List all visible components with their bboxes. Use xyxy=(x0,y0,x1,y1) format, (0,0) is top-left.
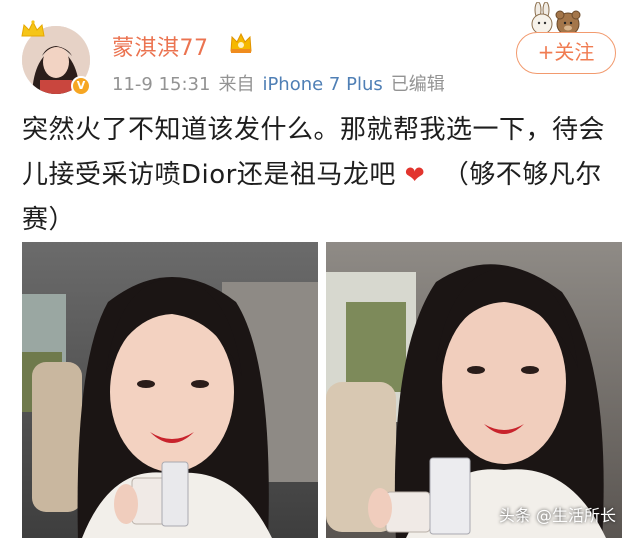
post-meta: 11-9 15:31 来自 iPhone 7 Plus 已编辑 xyxy=(112,70,453,96)
vip-crown-badge-icon[interactable] xyxy=(228,31,254,55)
post-photo-2[interactable] xyxy=(326,242,622,538)
source-prefix: 来自 xyxy=(218,74,255,95)
post-text: 突然火了不知道该发什么。那就帮我选一下，待会儿接受采访喷Dior还是祖马龙吧 ❤… xyxy=(22,108,622,243)
verified-v-icon: V xyxy=(71,76,91,96)
crown-icon xyxy=(21,20,45,37)
device-link[interactable]: iPhone 7 Plus xyxy=(262,74,382,95)
avatar-area[interactable]: V xyxy=(21,20,94,96)
follow-button[interactable]: +关注 xyxy=(516,32,616,74)
post-photo-1[interactable] xyxy=(22,242,318,538)
edited-label[interactable]: 已编辑 xyxy=(391,74,445,95)
post-date[interactable]: 11-9 15:31 xyxy=(112,74,210,95)
watermark: 头条 @生活所长 xyxy=(498,506,616,525)
username[interactable]: 蒙淇淇77 xyxy=(112,30,209,62)
heart-emoji: ❤ xyxy=(404,161,426,189)
rabbit-sticker-icon xyxy=(531,2,581,36)
